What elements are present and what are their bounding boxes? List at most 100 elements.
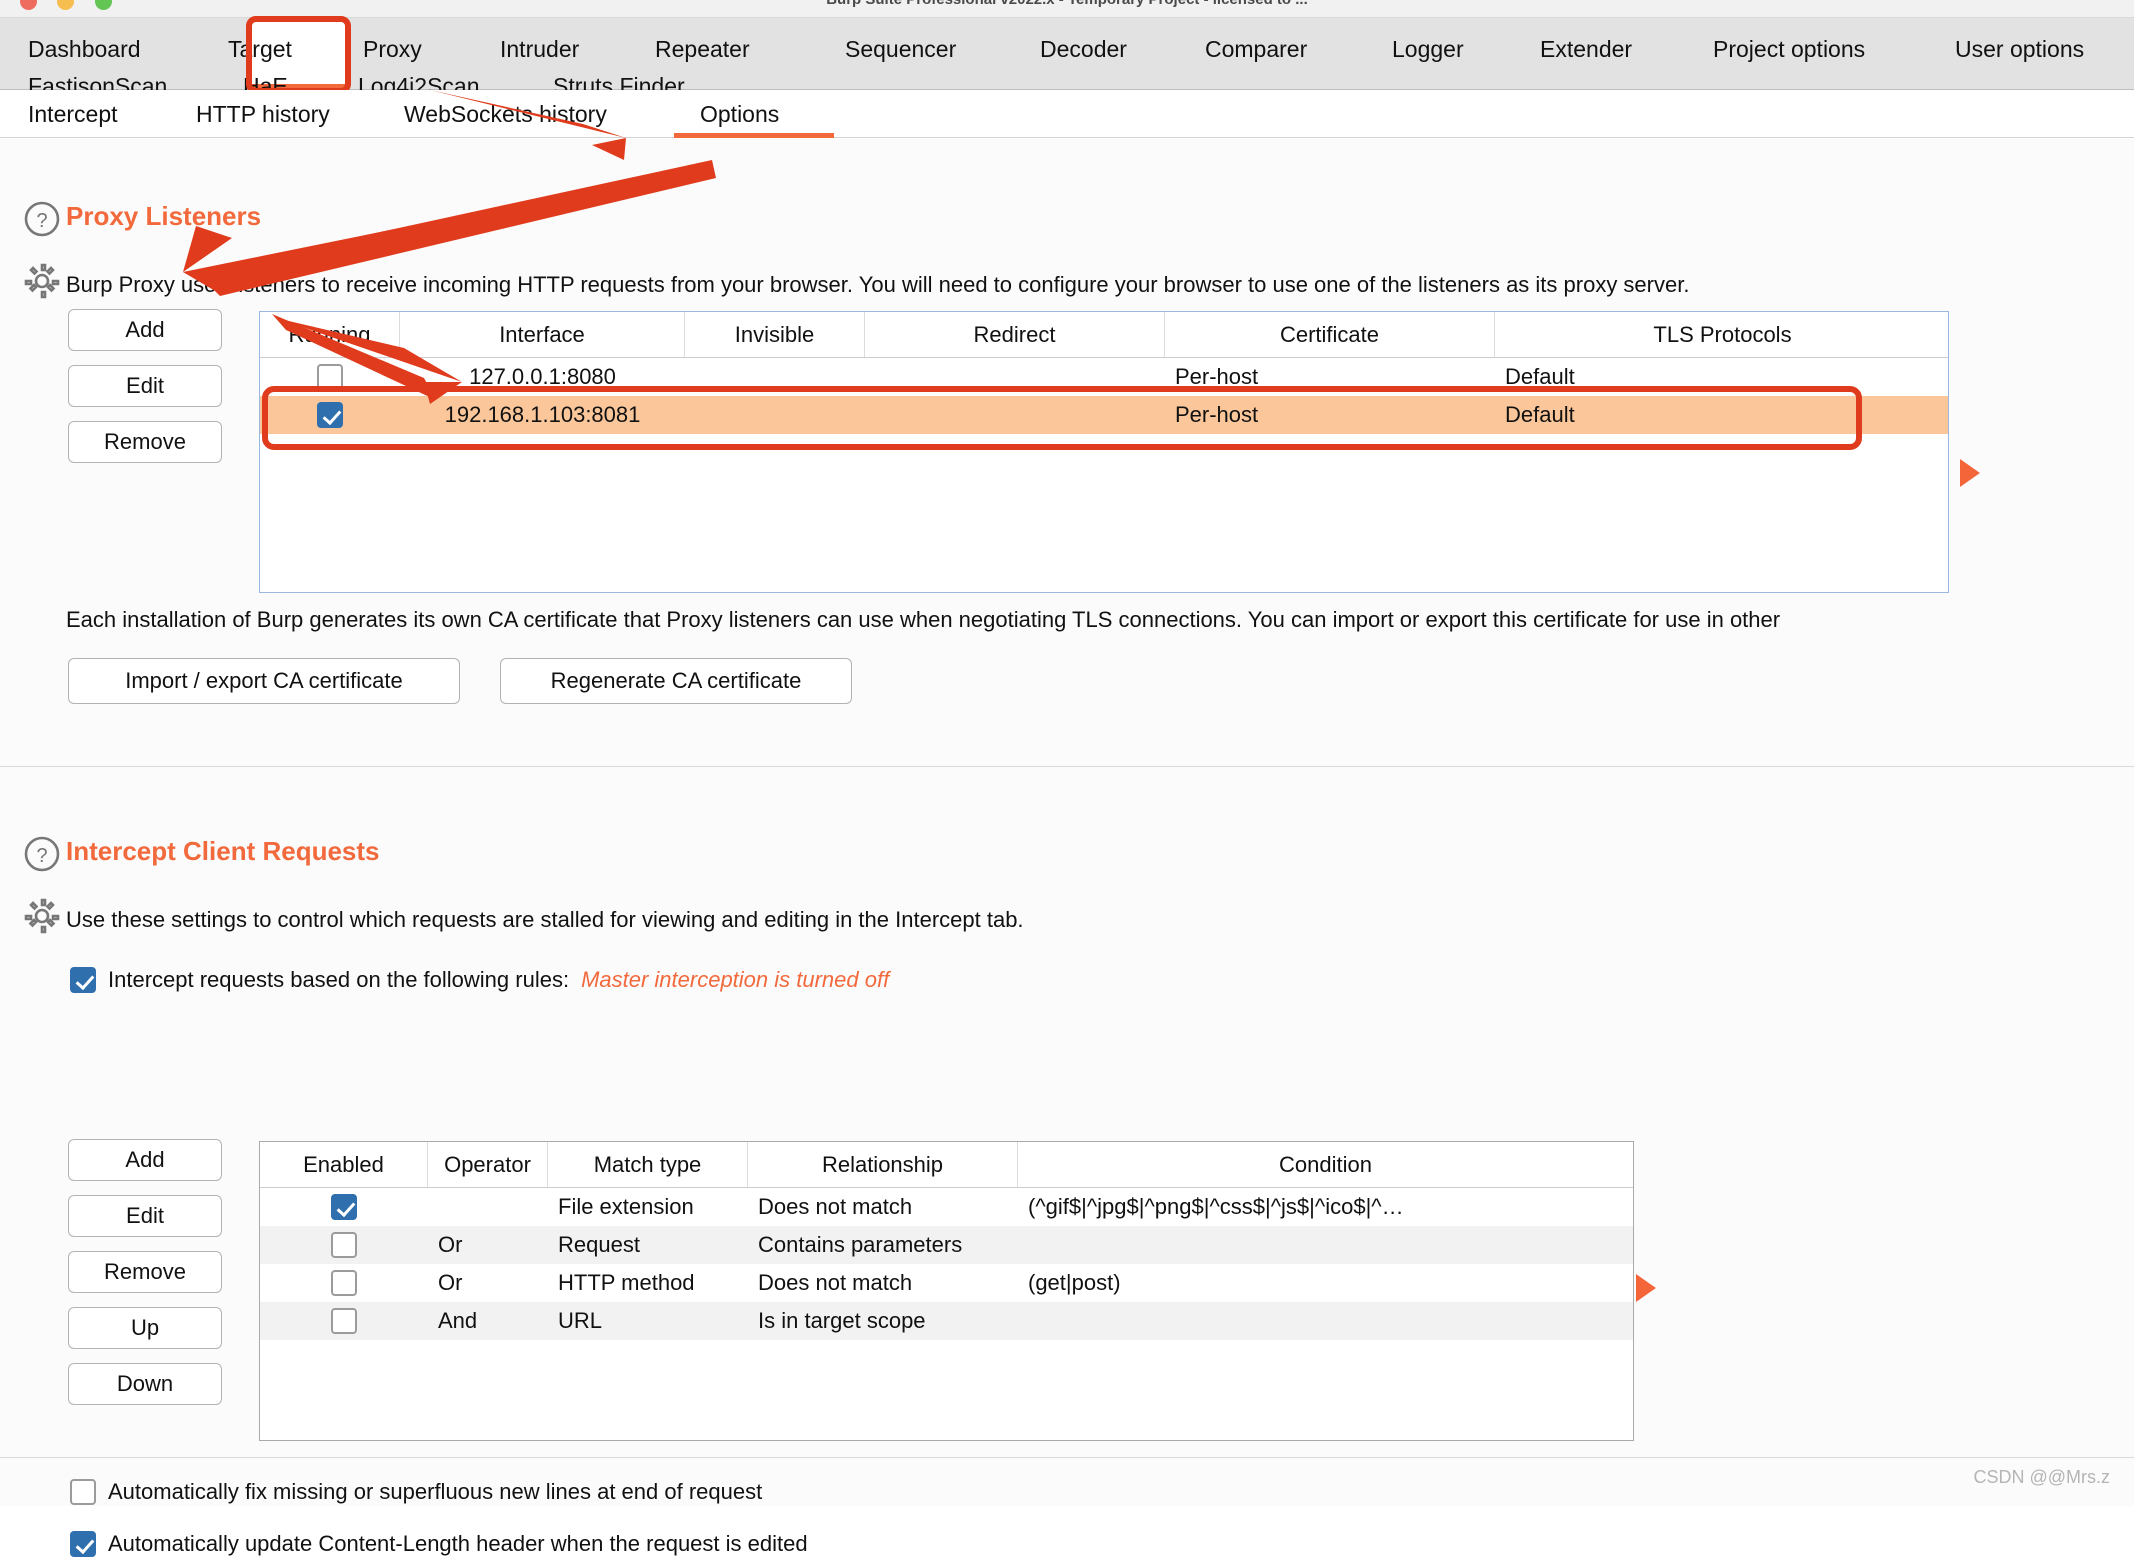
rule-relationship: Is in target scope <box>758 1308 926 1333</box>
table-row[interactable]: 192.168.1.103:8081 Per-host Default <box>260 396 1948 434</box>
rule-enabled-cell[interactable] <box>260 1264 428 1302</box>
subtab-options[interactable]: Options <box>700 101 779 128</box>
listener-invisible-value <box>685 396 865 434</box>
table-row[interactable]: File extension Does not match (^gif$|^jp… <box>260 1188 1633 1226</box>
tab-user-options[interactable]: User options <box>1955 38 2084 61</box>
bottom-divider <box>0 1457 2134 1458</box>
svg-text:?: ? <box>36 845 47 867</box>
intercept-rules-label: Intercept requests based on the followin… <box>108 967 570 992</box>
help-icon[interactable]: ? <box>22 834 62 874</box>
auto-fix-newlines-checkbox[interactable] <box>70 1479 96 1505</box>
column-enabled[interactable]: Enabled <box>260 1142 428 1187</box>
rule-operator: And <box>438 1308 478 1333</box>
column-certificate[interactable]: Certificate <box>1165 312 1495 357</box>
import-export-ca-certificate-button[interactable]: Import / export CA certificate <box>68 658 460 704</box>
rule-condition <box>1018 1302 1633 1340</box>
tab-repeater[interactable]: Repeater <box>655 38 750 61</box>
rule-enabled-checkbox[interactable] <box>331 1270 357 1296</box>
rule-match-type: URL <box>558 1308 603 1333</box>
column-operator[interactable]: Operator <box>428 1142 548 1187</box>
options-panel: ? Proxy Listeners Burp Proxy uses listen… <box>0 139 2134 1557</box>
rule-up-button[interactable]: Up <box>68 1307 222 1349</box>
rule-remove-button[interactable]: Remove <box>68 1251 222 1293</box>
listener-add-button[interactable]: Add <box>68 309 222 351</box>
rule-down-button[interactable]: Down <box>68 1363 222 1405</box>
listener-interface-value: 192.168.1.103:8081 <box>444 402 641 427</box>
listener-tls-value: Default <box>1505 402 1575 427</box>
listener-tls-value: Default <box>1505 364 1575 389</box>
tab-extender[interactable]: Extender <box>1540 38 1632 61</box>
column-redirect[interactable]: Redirect <box>865 312 1165 357</box>
window-title: Burp Suite Professional v2022.x - Tempor… <box>0 0 2134 8</box>
table-row[interactable]: And URL Is in target scope <box>260 1302 1633 1340</box>
auto-update-content-length-label: Automatically update Content-Length head… <box>108 1531 808 1556</box>
intercept-rules-master-row[interactable]: Intercept requests based on the followin… <box>70 967 889 993</box>
column-running[interactable]: Running <box>260 312 400 357</box>
listener-edit-button[interactable]: Edit <box>68 365 222 407</box>
column-invisible[interactable]: Invisible <box>685 312 865 357</box>
listener-running-checkbox-cell[interactable] <box>260 358 400 396</box>
tab-proxy[interactable]: Proxy <box>363 38 422 61</box>
intercept-rules-table: Enabled Operator Match type Relationship… <box>259 1141 1634 1441</box>
column-interface[interactable]: Interface <box>400 312 685 357</box>
table-row[interactable]: Or HTTP method Does not match (get|post) <box>260 1264 1633 1302</box>
rule-operator: Or <box>438 1232 463 1257</box>
tab-logger[interactable]: Logger <box>1392 38 1464 61</box>
rule-enabled-cell[interactable] <box>260 1188 428 1226</box>
rule-condition: (^gif$|^jpg$|^png$|^css$|^js$|^ico$|^… <box>1028 1194 1404 1219</box>
gear-icon[interactable] <box>22 896 62 936</box>
subtab-websockets-history[interactable]: WebSockets history <box>404 101 607 128</box>
master-interception-status: Master interception is turned off <box>581 967 890 992</box>
auto-update-content-length-checkbox[interactable] <box>70 1531 96 1557</box>
rule-enabled-checkbox[interactable] <box>331 1232 357 1258</box>
subtab-intercept[interactable]: Intercept <box>28 101 118 128</box>
proxy-sub-tab-bar: Intercept HTTP history WebSockets histor… <box>0 90 2134 138</box>
auto-fix-newlines-row[interactable]: Automatically fix missing or superfluous… <box>70 1479 762 1505</box>
table-row[interactable]: Or Request Contains parameters <box>260 1226 1633 1264</box>
tab-target[interactable]: Target <box>228 38 292 61</box>
rule-enabled-checkbox[interactable] <box>331 1308 357 1334</box>
rule-relationship: Contains parameters <box>758 1232 963 1257</box>
proxy-listeners-table: Running Interface Invisible Redirect Cer… <box>259 311 1949 593</box>
rule-relationship: Does not match <box>758 1194 913 1219</box>
intercept-rules-checkbox[interactable] <box>70 967 96 993</box>
listener-running-checkbox[interactable] <box>317 402 343 428</box>
rule-condition: (get|post) <box>1028 1270 1121 1295</box>
subtab-http-history[interactable]: HTTP history <box>196 101 330 128</box>
window-title-bar: Burp Suite Professional v2022.x - Tempor… <box>0 0 2134 18</box>
column-tls-protocols[interactable]: TLS Protocols <box>1495 312 1950 357</box>
ca-certificate-description: Each installation of Burp generates its … <box>66 607 1781 632</box>
help-icon[interactable]: ? <box>22 199 62 239</box>
listener-invisible-value <box>685 358 865 396</box>
listener-running-checkbox[interactable] <box>317 364 343 390</box>
tab-project-options[interactable]: Project options <box>1713 38 1865 61</box>
rule-enabled-cell[interactable] <box>260 1226 428 1264</box>
auto-update-content-length-row[interactable]: Automatically update Content-Length head… <box>70 1531 808 1557</box>
rule-enabled-checkbox[interactable] <box>331 1194 357 1220</box>
listener-certificate-value: Per-host <box>1175 402 1259 427</box>
column-relationship[interactable]: Relationship <box>748 1142 1018 1187</box>
tab-intruder[interactable]: Intruder <box>500 38 579 61</box>
subtab-options-underline <box>674 133 834 138</box>
rule-operator: Or <box>438 1270 463 1295</box>
rule-add-button[interactable]: Add <box>68 1139 222 1181</box>
tab-decoder[interactable]: Decoder <box>1040 38 1127 61</box>
gear-icon[interactable] <box>22 261 62 301</box>
tab-sequencer[interactable]: Sequencer <box>845 38 956 61</box>
table-row[interactable]: 127.0.0.1:8080 Per-host Default <box>260 358 1948 396</box>
column-condition[interactable]: Condition <box>1018 1142 1633 1187</box>
regenerate-ca-certificate-button[interactable]: Regenerate CA certificate <box>500 658 852 704</box>
rule-edit-button[interactable]: Edit <box>68 1195 222 1237</box>
triangle-right-icon <box>1636 1274 1656 1302</box>
listener-remove-button[interactable]: Remove <box>68 421 222 463</box>
rule-match-type: File extension <box>558 1194 694 1219</box>
listener-interface-value: 127.0.0.1:8080 <box>469 364 616 389</box>
listener-running-checkbox-cell[interactable] <box>260 396 400 434</box>
main-tab-bar: Dashboard Target Proxy Intruder Repeater… <box>0 16 2134 98</box>
listener-redirect-value <box>865 396 1165 434</box>
rule-enabled-cell[interactable] <box>260 1302 428 1340</box>
tab-comparer[interactable]: Comparer <box>1205 38 1307 61</box>
column-match-type[interactable]: Match type <box>548 1142 748 1187</box>
listeners-table-header: Running Interface Invisible Redirect Cer… <box>260 312 1948 358</box>
tab-dashboard[interactable]: Dashboard <box>28 38 141 61</box>
